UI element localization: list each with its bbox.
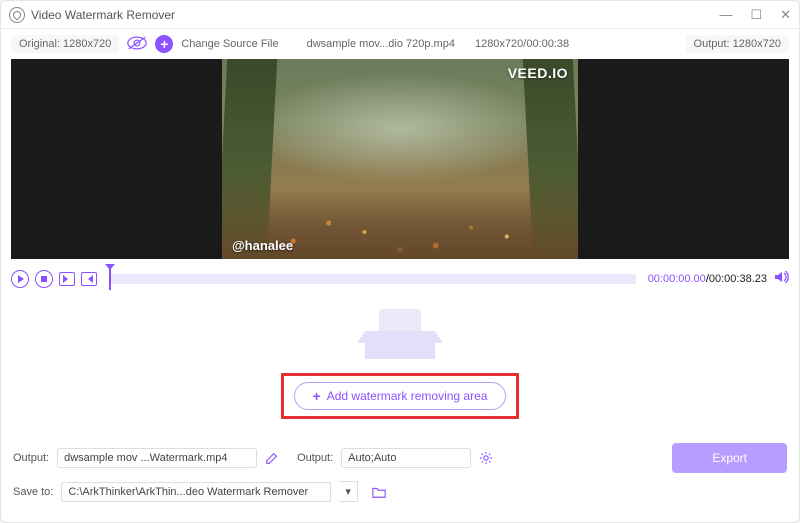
stop-button[interactable] — [35, 270, 53, 288]
original-resolution-badge: Original: 1280x720 — [11, 35, 119, 53]
output-format-label: Output: — [297, 452, 333, 464]
watermark-area-panel: + Add watermark removing area — [1, 293, 799, 435]
video-frame: VEED.IO @hanalee — [222, 59, 578, 259]
tray-icon — [365, 309, 435, 359]
output-settings-icon[interactable] — [479, 451, 493, 465]
bottom-bar: Output: dwsample mov ...Watermark.mp4 Ou… — [1, 435, 799, 522]
app-logo-icon — [9, 7, 25, 23]
current-time: 00:00:00.00 — [648, 273, 706, 285]
video-preview[interactable]: VEED.IO @hanalee — [11, 59, 789, 259]
output-file-label: Output: — [13, 452, 49, 464]
minimize-button[interactable]: — — [719, 7, 732, 23]
maximize-button[interactable]: ☐ — [750, 7, 762, 23]
duration-time: 00:00:38.23 — [709, 273, 767, 285]
output-format-field[interactable]: Auto;Auto — [341, 448, 471, 468]
mark-in-button[interactable] — [59, 272, 75, 286]
time-display: 00:00:00.00/00:00:38.23 — [648, 273, 767, 285]
output-resolution-badge: Output: 1280x720 — [686, 35, 789, 53]
watermark-bottom: @hanalee — [232, 238, 293, 253]
app-window: Video Watermark Remover — ☐ ✕ Original: … — [0, 0, 800, 523]
export-button[interactable]: Export — [672, 443, 787, 473]
output-filename-field[interactable]: dwsample mov ...Watermark.mp4 — [57, 448, 257, 468]
app-title: Video Watermark Remover — [31, 8, 719, 22]
volume-icon[interactable] — [773, 269, 789, 290]
add-area-highlight: + Add watermark removing area — [281, 373, 520, 419]
mark-out-button[interactable] — [81, 272, 97, 286]
plus-icon: + — [313, 388, 321, 404]
save-path-field[interactable]: C:\ArkThinker\ArkThin...deo Watermark Re… — [61, 482, 331, 502]
playhead[interactable] — [109, 268, 111, 290]
titlebar: Video Watermark Remover — ☐ ✕ — [1, 1, 799, 29]
play-button[interactable] — [11, 270, 29, 288]
change-source-button[interactable]: Change Source File — [181, 38, 278, 50]
preview-toggle-icon[interactable] — [127, 36, 147, 53]
add-source-icon[interactable]: + — [155, 35, 173, 53]
add-area-label: Add watermark removing area — [327, 389, 488, 403]
timeline-scrubber[interactable] — [109, 274, 636, 284]
player-controls: 00:00:00.00/00:00:38.23 — [1, 265, 799, 293]
window-controls: — ☐ ✕ — [719, 7, 791, 23]
edit-output-icon[interactable] — [265, 451, 279, 465]
save-to-label: Save to: — [13, 486, 53, 498]
source-resolution-duration: 1280x720/00:00:38 — [475, 38, 569, 50]
open-folder-icon[interactable] — [372, 485, 386, 499]
watermark-top: VEED.IO — [508, 65, 568, 81]
source-filename: dwsample mov...dio 720p.mp4 — [307, 38, 455, 50]
add-watermark-area-button[interactable]: + Add watermark removing area — [294, 382, 507, 410]
close-button[interactable]: ✕ — [780, 7, 791, 23]
toolbar: Original: 1280x720 + Change Source File … — [1, 29, 799, 59]
save-path-dropdown[interactable]: ▾ — [339, 481, 358, 502]
